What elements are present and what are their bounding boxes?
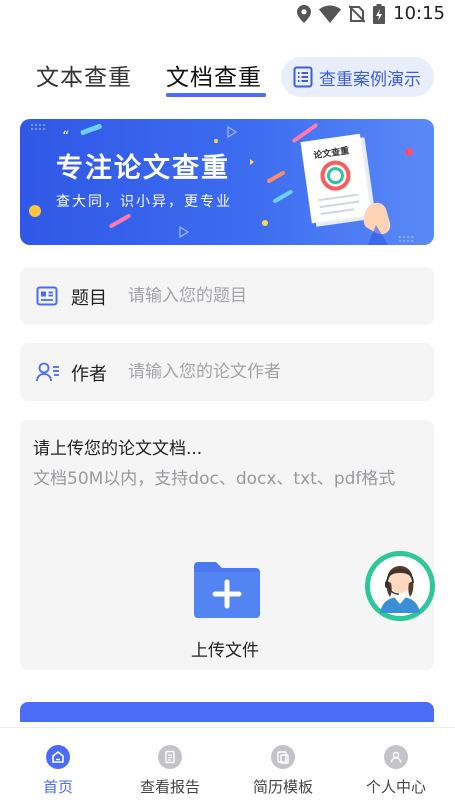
nav-home[interactable]: 首页 [8,745,108,797]
title-field[interactable]: 题目 [20,267,434,325]
svg-text:“: “ [62,129,69,145]
tab-text-check[interactable]: 文本查重 [36,58,132,92]
submit-button[interactable] [20,702,434,722]
home-icon [46,745,70,769]
status-time: 10:15 [393,3,445,24]
upload-hint: 文档50M以内，支持doc、docx、txt、pdf格式 [33,469,396,489]
person-icon [384,745,408,769]
folder-plus-icon[interactable] [190,558,264,622]
nav-templates-label: 简历模板 [252,778,313,796]
nav-reports-label: 查看报告 [139,778,200,796]
document-list-icon [293,66,313,88]
upload-area[interactable]: 请上传您的论文文档... 文档50M以内，支持doc、docx、txt、pdf格… [20,420,434,670]
nav-reports[interactable]: 查看报告 [120,745,220,797]
banner-title: 专注论文查重 [56,153,230,184]
title-label: 题目 [71,288,107,309]
title-card-icon [36,286,58,306]
nav-home-label: 首页 [42,778,73,796]
upload-file-button[interactable]: 上传文件 [20,636,434,661]
nav-templates[interactable]: 简历模板 [233,745,333,797]
case-demo-button[interactable]: 查重案例演示 [281,57,434,97]
battery-charging-icon [373,3,386,24]
template-icon [271,745,295,769]
promo-banner[interactable]: “ 论文查重 专注论文查重 查大同，识小异，更专业 [20,119,434,245]
status-icons: 10:15 [297,3,445,24]
author-input[interactable] [128,357,418,387]
nav-profile[interactable]: 个人中心 [346,745,446,797]
wifi-icon [319,5,342,23]
no-sim-icon [349,4,366,23]
customer-service-icon [370,556,430,616]
author-field[interactable]: 作者 [20,343,434,401]
upload-file-label: 上传文件 [191,641,259,661]
report-icon [158,745,182,769]
upload-prompt: 请上传您的论文文档... [33,439,203,459]
customer-service-avatar[interactable] [365,551,435,621]
tab-document-check[interactable]: 文档查重 [166,58,262,92]
title-input[interactable] [128,281,418,311]
banner-subtitle: 查大同，识小异，更专业 [56,194,232,210]
location-icon [297,4,312,23]
person-list-icon [36,362,59,382]
author-label: 作者 [71,364,107,385]
case-demo-label: 查重案例演示 [319,69,421,90]
status-bar: 10:15 [0,0,455,28]
nav-profile-label: 个人中心 [365,778,426,796]
active-tab-indicator [166,93,266,97]
bottom-nav: 首页 查看报告 简历模板 个人中心 [0,727,455,805]
